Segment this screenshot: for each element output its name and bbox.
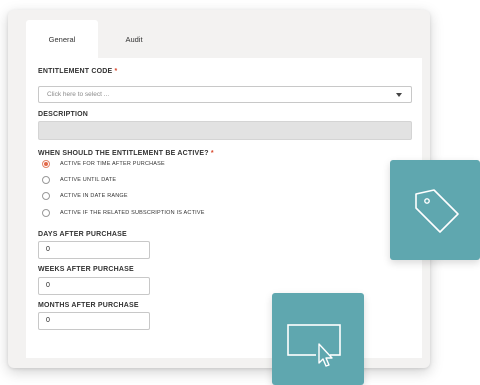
chevron-down-icon	[396, 93, 402, 97]
tag-tile	[390, 160, 480, 260]
stage: General Audit ENTITLEMENT CODE * Click h…	[0, 0, 480, 385]
months-after-purchase-input[interactable]: 0	[38, 312, 150, 330]
entitlement-code-placeholder: Click here to select ...	[47, 91, 110, 98]
radio-option-date-range[interactable]: ACTIVE IN DATE RANGE	[42, 192, 128, 200]
description-field[interactable]	[38, 121, 412, 140]
months-after-purchase-label: MONTHS AFTER PURCHASE	[38, 302, 139, 309]
tag-icon	[415, 189, 459, 233]
radio-button[interactable]	[42, 192, 50, 200]
radio-option-label: ACTIVE IF THE RELATED SUBSCRIPTION IS AC…	[60, 210, 205, 216]
entitlement-code-select[interactable]: Click here to select ...	[38, 86, 412, 103]
cursor-tile	[272, 293, 364, 385]
tab-bar: General Audit	[26, 20, 170, 58]
entitlement-code-label: ENTITLEMENT CODE *	[38, 68, 117, 75]
radio-option-subscription-active[interactable]: ACTIVE IF THE RELATED SUBSCRIPTION IS AC…	[42, 209, 205, 217]
active-period-label: WHEN SHOULD THE ENTITLEMENT BE ACTIVE? *	[38, 150, 214, 157]
active-period-label-text: WHEN SHOULD THE ENTITLEMENT BE ACTIVE?	[38, 150, 209, 157]
description-label: DESCRIPTION	[38, 111, 89, 118]
tab-general[interactable]: General	[26, 20, 98, 58]
days-after-purchase-input[interactable]: 0	[38, 241, 150, 259]
weeks-after-purchase-label: WEEKS AFTER PURCHASE	[38, 266, 134, 273]
radio-option-label: ACTIVE UNTIL DATE	[60, 177, 117, 183]
radio-button[interactable]	[42, 209, 50, 217]
entitlement-code-label-text: ENTITLEMENT CODE	[38, 68, 113, 75]
required-marker: *	[114, 68, 118, 75]
months-value: 0	[46, 317, 50, 324]
radio-option-until-date[interactable]: ACTIVE UNTIL DATE	[42, 176, 116, 184]
weeks-value: 0	[46, 282, 50, 289]
days-after-purchase-label: DAYS AFTER PURCHASE	[38, 231, 127, 238]
cursor-select-icon	[287, 324, 341, 367]
radio-option-label: ACTIVE FOR TIME AFTER PURCHASE	[60, 161, 165, 167]
entitlement-form-window: General Audit ENTITLEMENT CODE * Click h…	[8, 10, 430, 368]
days-value: 0	[46, 246, 50, 253]
radio-button[interactable]	[42, 176, 50, 184]
radio-option-time-after-purchase[interactable]: ACTIVE FOR TIME AFTER PURCHASE	[42, 160, 165, 168]
radio-button[interactable]	[42, 160, 50, 168]
required-marker: *	[210, 150, 214, 157]
tab-audit[interactable]: Audit	[98, 20, 170, 58]
radio-option-label: ACTIVE IN DATE RANGE	[60, 193, 128, 199]
weeks-after-purchase-input[interactable]: 0	[38, 277, 150, 295]
